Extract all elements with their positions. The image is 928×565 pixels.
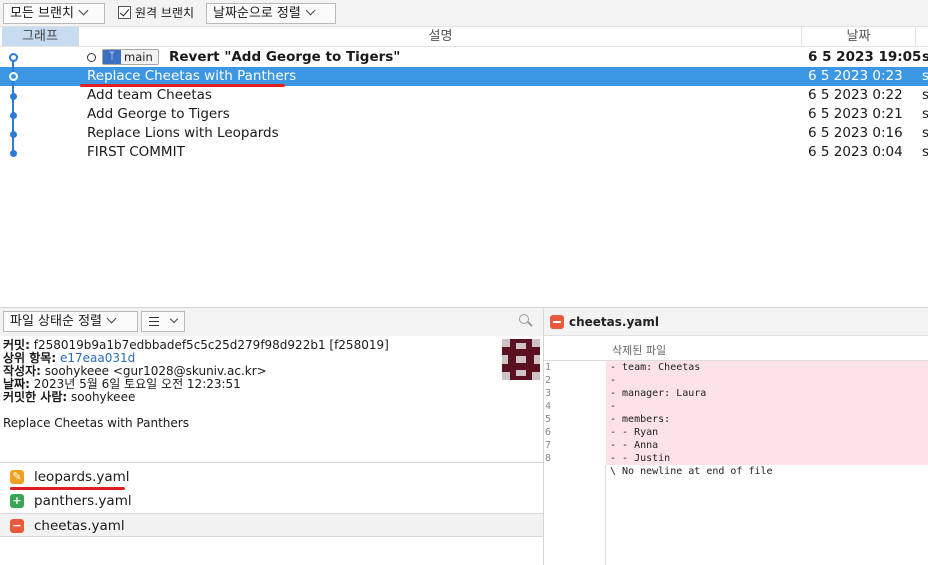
branch-tag-label: main (124, 50, 153, 64)
diff-line-removed: 1- team: Cheetas (544, 361, 928, 374)
sort-dropdown[interactable]: 날짜순으로 정렬 (206, 3, 336, 24)
commit-date: 6 5 2023 0:04 (808, 144, 903, 160)
diff-panel: cheetas.yaml 삭제된 파일 1- team: Cheetas 2- … (544, 308, 928, 565)
changed-file-item-selected[interactable]: − cheetas.yaml (0, 513, 543, 537)
commit-date: 6 5 2023 0:23 (808, 68, 903, 84)
sort-label: 날짜순으로 정렬 (213, 6, 301, 21)
branch-icon: ᛉ (103, 50, 121, 64)
chevron-down-icon (106, 313, 117, 324)
committer-label: 커밋한 사람: (3, 390, 68, 404)
diff-file-name: cheetas.yaml (569, 315, 660, 329)
search-icon[interactable] (519, 314, 533, 328)
commit-hash-value: f258019b9a1b7edbbadef5c5c25d279f98d922b1… (33, 338, 389, 352)
graph-node (9, 112, 17, 119)
diff-line-removed: 4- (544, 400, 928, 413)
date-label: 날짜: (3, 377, 30, 391)
commit-message: Replace Cheetas with Panthers (3, 416, 189, 430)
commit-author: s (922, 49, 928, 65)
diff-line-removed: 7- - Anna (544, 439, 928, 452)
branches-filter-label: 모든 브랜치 (10, 6, 74, 21)
toolbar: 모든 브랜치 원격 브랜치 날짜순으로 정렬 (0, 0, 928, 27)
commit-author: s (922, 87, 928, 103)
minus-icon (550, 315, 564, 329)
file-sort-label: 파일 상태순 정렬 (10, 314, 102, 329)
checkbox-checked-icon[interactable] (118, 6, 131, 19)
avatar (502, 339, 540, 380)
divider (0, 462, 544, 463)
graph-node-selected (8, 72, 18, 81)
chevron-down-icon (169, 314, 179, 324)
file-name: cheetas.yaml (34, 518, 125, 534)
commit-description: Add team Cheetas (87, 87, 212, 103)
file-sort-dropdown[interactable]: 파일 상태순 정렬 (3, 311, 138, 332)
diff-hunk-header: 삭제된 파일 (612, 344, 667, 357)
file-name: leopards.yaml (34, 469, 130, 485)
parent-label: 상위 항목: (3, 351, 57, 365)
graph-node-head (8, 53, 18, 62)
branches-filter-dropdown[interactable]: 모든 브랜치 (3, 3, 105, 24)
column-header-graph[interactable]: 그래프 (2, 27, 79, 46)
commit-description: Revert "Add George to Tigers" (169, 49, 401, 65)
diff-line-removed: 5- members: (544, 413, 928, 426)
commit-author: s (922, 144, 928, 160)
commit-metadata: 커밋: f258019b9a1b7edbbadef5c5c25d279f98d9… (3, 339, 493, 404)
commit-row[interactable]: Add George to Tigers 6 5 2023 0:21 s (0, 105, 928, 124)
view-mode-button[interactable] (141, 311, 185, 332)
history-header: 그래프 설명 날짜 (0, 27, 928, 47)
diff-line-removed: 6- - Ryan (544, 426, 928, 439)
commit-date: 6 5 2023 0:21 (808, 106, 903, 122)
commit-description: FIRST COMMIT (87, 144, 185, 160)
annotation-underline (10, 487, 125, 490)
pencil-icon: ✎ (10, 470, 24, 484)
changed-file-item[interactable]: ✎ leopards.yaml (0, 465, 543, 489)
commit-date: 6 5 2023 0:22 (808, 87, 903, 103)
diff-line-removed: 8- - Justin (544, 452, 928, 465)
minus-icon: − (10, 519, 24, 533)
commit-description: Add George to Tigers (87, 106, 230, 122)
graph-node (9, 150, 17, 157)
remote-branches-label: 원격 브랜치 (135, 6, 195, 20)
commit-date: 6 5 2023 0:16 (808, 125, 903, 141)
date-value: 2023년 5월 6일 토요일 오전 12:23:51 (33, 377, 241, 391)
list-icon (149, 317, 159, 326)
diff-line-context: \ No newline at end of file (610, 466, 773, 477)
changed-file-item[interactable]: + panthers.yaml (0, 489, 543, 513)
graph-node (9, 93, 17, 100)
branch-tag-main[interactable]: ᛉ main (102, 49, 159, 65)
commit-details-panel: 파일 상태순 정렬 커밋: f258019b9a1b7edbbadef5c5c2… (0, 308, 544, 565)
details-toolbar: 파일 상태순 정렬 (0, 308, 544, 336)
annotation-underline (80, 84, 285, 87)
remote-branches-toggle[interactable]: 원격 브랜치 (118, 6, 194, 22)
commit-row[interactable]: Replace Lions with Leopards 6 5 2023 0:1… (0, 124, 928, 143)
head-indicator-icon (87, 53, 96, 62)
chevron-down-icon (305, 5, 316, 16)
diff-toolbar: cheetas.yaml (544, 308, 928, 336)
commit-row[interactable]: Add team Cheetas 6 5 2023 0:22 s (0, 86, 928, 105)
plus-icon: + (10, 494, 24, 508)
column-header-date[interactable]: 날짜 (802, 27, 916, 46)
file-name: panthers.yaml (34, 493, 132, 509)
commit-date: 6 5 2023 19:05 (808, 49, 922, 65)
column-header-description[interactable]: 설명 (80, 27, 802, 46)
commit-author: s (922, 68, 928, 84)
author-label: 작성자: (3, 364, 41, 378)
diff-line-removed: 3- manager: Laura (544, 387, 928, 400)
committer-value: soohykeee (71, 390, 136, 404)
commit-row[interactable]: FIRST COMMIT 6 5 2023 0:04 s (0, 143, 928, 162)
author-value: soohykeee <gur1028@skuniv.ac.kr> (44, 364, 267, 378)
commit-hash-label: 커밋: (3, 338, 30, 352)
diff-line-removed: 2- (544, 374, 928, 387)
chevron-down-icon (78, 5, 89, 16)
commit-author: s (922, 125, 928, 141)
parent-hash-link[interactable]: e17eaa031d (60, 351, 135, 365)
commit-description: Replace Lions with Leopards (87, 125, 279, 141)
commit-author: s (922, 106, 928, 122)
graph-node (9, 131, 17, 138)
